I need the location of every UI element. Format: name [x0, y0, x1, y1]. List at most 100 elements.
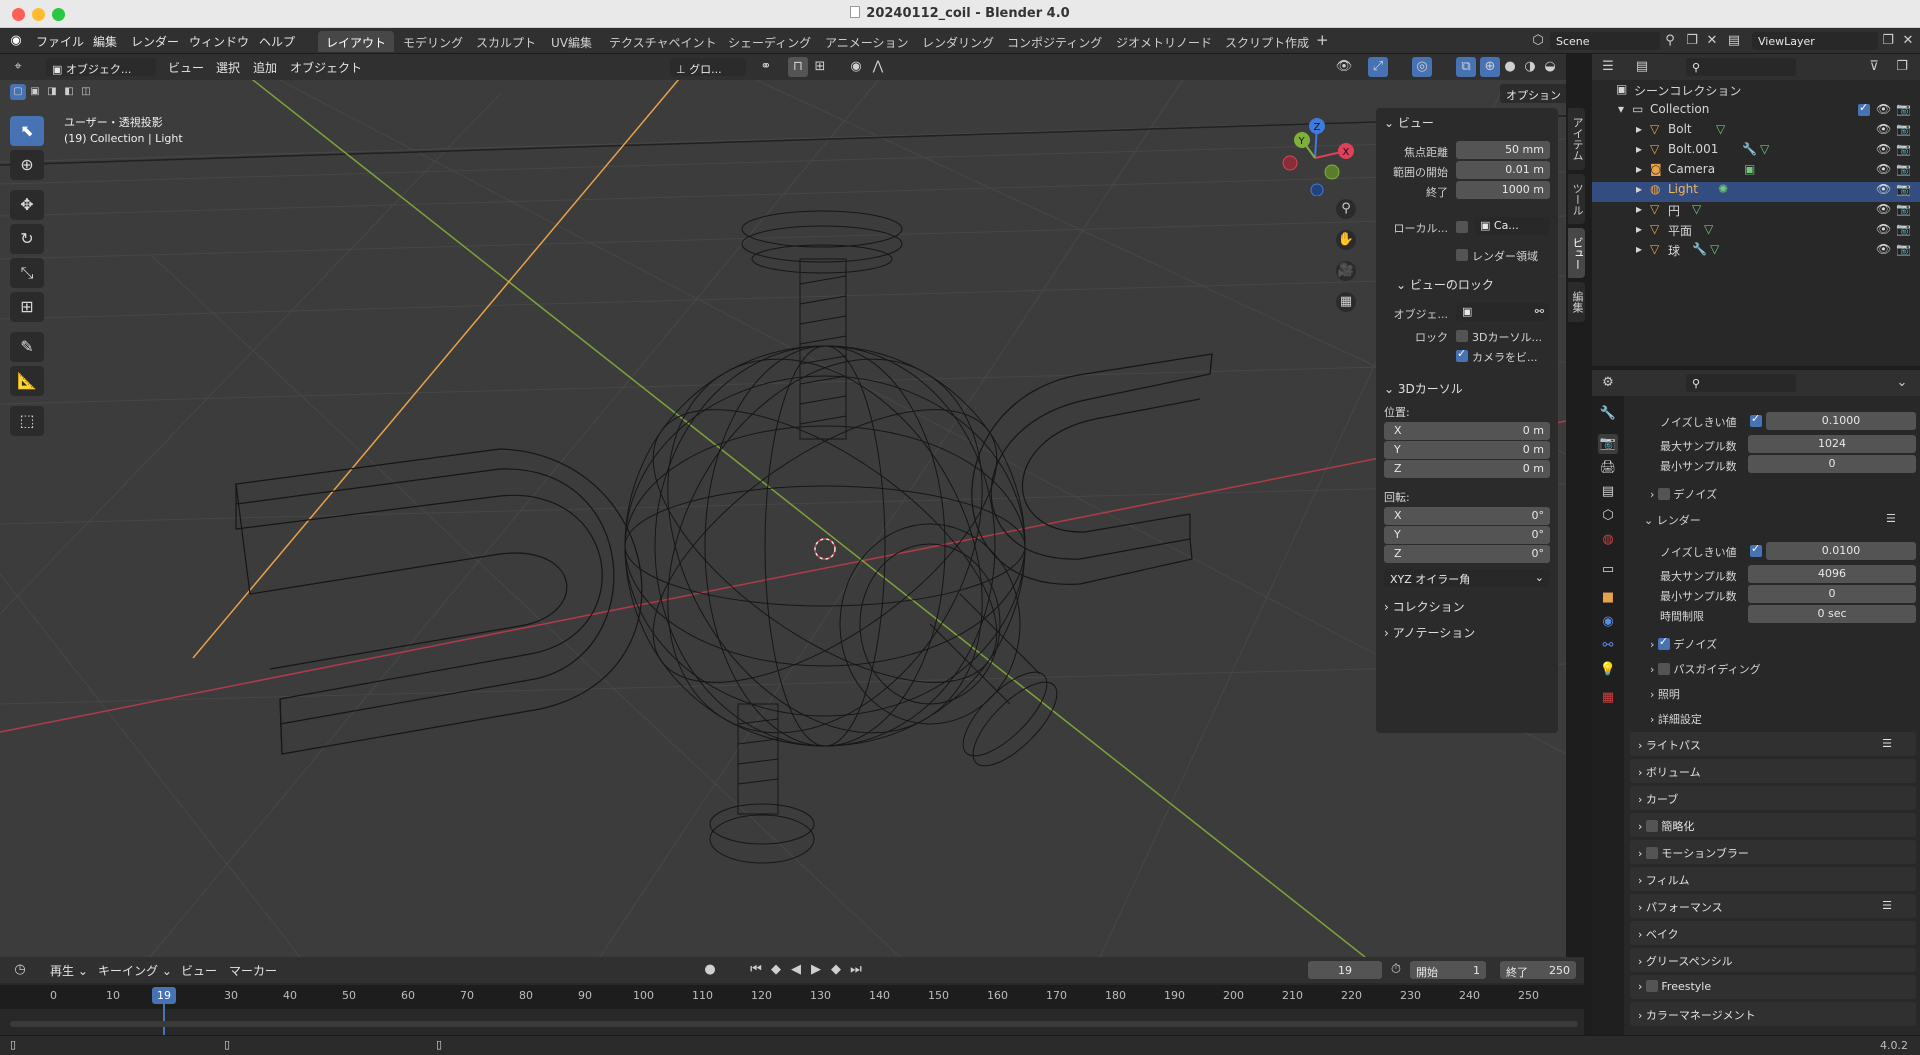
outliner-item-bolt[interactable]: ▸ ▽ Bolt ▽ 👁 📷 [1592, 122, 1920, 142]
render-noise-threshold-field[interactable]: 0.0100 [1766, 542, 1916, 560]
output-tab-icon[interactable]: 🖨 [1598, 458, 1618, 478]
view-layer-icon[interactable]: ▤ [1724, 31, 1744, 51]
scene-tab-icon[interactable]: ⬡ [1598, 506, 1618, 526]
filter-icon[interactable]: ⊽ [1864, 57, 1884, 77]
clip-end-field[interactable]: 1000 m [1456, 181, 1550, 199]
viewport-3d[interactable]: ⌖ ▣ オブジェク... ビュー 選択 追加 オブジェクト ⊥ グロ... ⚭ … [0, 54, 1566, 957]
pin-icon[interactable]: ⚲ [1660, 31, 1680, 51]
n-view-header[interactable]: ⌄ ビュー [1384, 114, 1434, 131]
constraints-tab-icon[interactable]: ⚯ [1598, 636, 1618, 656]
panel-freestyle[interactable]: › Freestyle [1630, 975, 1916, 999]
time-limit-field[interactable]: 0 sec [1748, 605, 1916, 623]
solid-shading-icon[interactable]: ● [1500, 57, 1520, 77]
path-guiding-header[interactable]: › パスガイディング [1650, 661, 1761, 677]
local-camera-field[interactable]: ▣ Ca... [1474, 217, 1550, 235]
expand-right-icon[interactable]: ▸ [1636, 222, 1642, 236]
cursor-tool[interactable]: ⊕ [10, 150, 44, 180]
falloff-icon[interactable]: ⋀ [868, 57, 888, 77]
lighting-header[interactable]: › 照明 [1650, 686, 1680, 702]
panel-volumes[interactable]: › ボリューム [1630, 759, 1916, 783]
panel-curves[interactable]: › カーブ [1630, 786, 1916, 810]
panel-motion-blur[interactable]: › モーションブラー [1630, 840, 1916, 864]
vp-menu-view[interactable]: ビュー [168, 59, 204, 76]
record-icon[interactable]: ● [700, 960, 720, 980]
viewport-min-samples-field[interactable]: 0 [1748, 455, 1916, 473]
play-reverse-icon[interactable]: ◀ [786, 960, 806, 980]
select-invert-icon[interactable]: ◧ [61, 84, 77, 100]
cursor-rot-x-field[interactable]: X 0° [1384, 507, 1550, 525]
cursor-loc-z-field[interactable]: Z 0 m [1384, 460, 1550, 478]
pivot-icon[interactable]: ⚭ [756, 57, 776, 77]
outliner-editor-icon[interactable]: ☰ [1598, 57, 1618, 77]
path-guiding-checkbox[interactable] [1657, 663, 1670, 675]
jump-start-icon[interactable]: ⏮ [746, 960, 766, 980]
render-tab-icon[interactable]: 📷 [1598, 434, 1618, 454]
transform-orientation-selector[interactable]: ⊥ グロ... [670, 58, 746, 76]
timeline-menu-marker[interactable]: マーカー [229, 962, 277, 979]
timeline-menu-view[interactable]: ビュー [181, 962, 217, 979]
scale-tool[interactable]: ⤡ [10, 258, 44, 288]
cursor-loc-x-field[interactable]: X 0 m [1384, 422, 1550, 440]
expand-right-icon[interactable]: ▸ [1636, 142, 1642, 156]
eye-icon[interactable]: 👁 [1876, 202, 1891, 216]
view-layer-tab-icon[interactable]: ▤ [1598, 482, 1618, 502]
gizmo-toggle-icon[interactable]: ⤢ [1368, 57, 1388, 77]
render-camera-icon[interactable]: 📷 [1896, 242, 1911, 256]
render-noise-threshold-checkbox[interactable] [1750, 542, 1762, 557]
ortho-grid-icon[interactable]: ▦ [1336, 292, 1356, 312]
render-subpanel-header[interactable]: ⌄ レンダー ☰ [1644, 512, 1896, 528]
playhead-line[interactable] [163, 1002, 165, 1035]
render-region-checkbox[interactable] [1456, 249, 1468, 261]
expand-right-icon[interactable]: ▸ [1636, 182, 1642, 196]
tab-modeling[interactable]: モデリング [395, 31, 471, 52]
zoom-icon[interactable]: ⚲ [1336, 199, 1356, 219]
viewport-max-samples-field[interactable]: 1024 [1748, 435, 1916, 453]
editor-type-icon[interactable]: ⌖ [8, 57, 28, 77]
tab-uv[interactable]: UV編集 [543, 31, 600, 52]
tab-animation[interactable]: アニメーション [817, 31, 917, 52]
motion-blur-checkbox[interactable] [1645, 847, 1658, 859]
focal-length-field[interactable]: 50 mm [1456, 141, 1550, 159]
transform-tool[interactable]: ⊞ [10, 292, 44, 322]
add-cube-tool[interactable]: ⬚ [10, 406, 44, 436]
outliner-collection[interactable]: ▾ ▭ Collection 👁 📷 [1592, 101, 1920, 122]
menu-edit[interactable]: 編集 [93, 33, 117, 50]
properties-options-icon[interactable]: ⌄ [1892, 373, 1912, 393]
tab-scripting[interactable]: スクリプト作成 [1217, 31, 1317, 52]
render-min-samples-field[interactable]: 0 [1748, 585, 1916, 603]
texture-tab-icon[interactable]: ▦ [1598, 688, 1618, 708]
local-camera-checkbox[interactable] [1456, 221, 1468, 233]
expand-right-icon[interactable]: ▸ [1636, 122, 1642, 136]
tab-rendering[interactable]: レンダリング [914, 31, 1002, 52]
menu-window[interactable]: ウィンドウ [189, 33, 249, 50]
eye-icon[interactable]: 👁 [1876, 102, 1891, 116]
object-tab-icon[interactable]: ■ [1598, 588, 1618, 608]
tab-layout[interactable]: レイアウト [318, 31, 395, 52]
add-workspace-icon[interactable]: + [1310, 31, 1335, 52]
side-tab-view[interactable]: ビュー [1568, 228, 1585, 278]
tab-texture-paint[interactable]: テクスチャペイント [601, 31, 725, 52]
overlay-toggle-icon[interactable]: ◎ [1412, 57, 1432, 77]
world-tab-icon[interactable]: ◍ [1598, 530, 1618, 550]
vp-menu-add[interactable]: 追加 [253, 59, 277, 76]
annotate-tool[interactable]: ✎ [10, 332, 44, 362]
visibility-icon[interactable]: 👁 [1334, 57, 1354, 77]
lock-camera-checkbox[interactable] [1456, 347, 1468, 362]
simplify-checkbox[interactable] [1645, 820, 1658, 832]
outliner-item-sphere[interactable]: ▸ ▽ 球 🔧 ▽ 👁 📷 [1592, 242, 1920, 262]
tool-tab-icon[interactable]: 🔧 [1598, 404, 1618, 424]
render-denoise-checkbox[interactable] [1657, 635, 1670, 650]
viewport-denoise-checkbox[interactable] [1657, 488, 1670, 500]
new-scene-icon[interactable]: ❐ [1682, 31, 1702, 51]
select-subtract-icon[interactable]: ◨ [44, 84, 60, 100]
light-data-tab-icon[interactable]: 💡 [1598, 660, 1618, 680]
blender-logo-icon[interactable]: ◉ [6, 31, 26, 51]
tab-sculpt[interactable]: スカルプト [468, 31, 544, 52]
select-intersect-icon[interactable]: ◫ [78, 84, 94, 100]
outliner-item-plane[interactable]: ▸ ▽ 平面 ▽ 👁 📷 [1592, 222, 1920, 242]
expand-right-icon[interactable]: ▸ [1636, 202, 1642, 216]
vp-menu-select[interactable]: 選択 [216, 59, 240, 76]
vp-menu-object[interactable]: オブジェクト [290, 59, 362, 76]
presets-list-icon[interactable]: ☰ [1886, 512, 1896, 525]
outliner-item-light[interactable]: ▸ ◍ Light ✺ 👁 📷 [1592, 182, 1920, 202]
